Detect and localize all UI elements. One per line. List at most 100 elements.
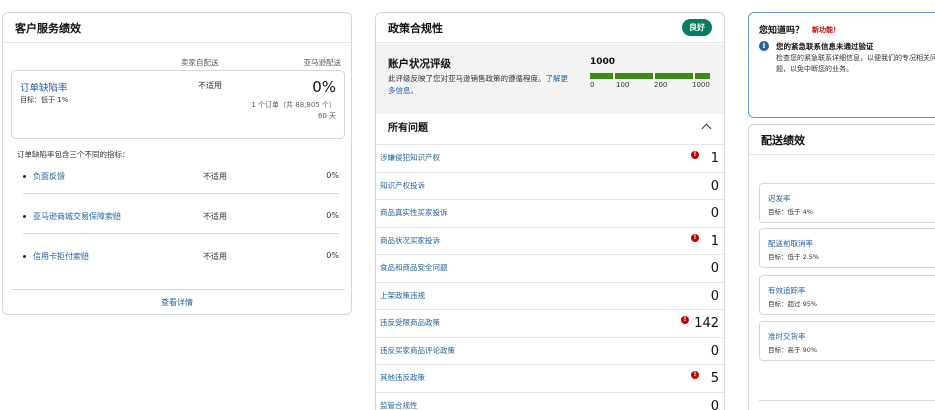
did-you-know-title: 您知道吗？ xyxy=(759,26,805,36)
divider xyxy=(23,193,339,194)
issue-link[interactable]: 违反买家商品评论政策 xyxy=(380,345,455,356)
shipping-metric-link[interactable]: 准时交货率 xyxy=(768,331,806,342)
issue-count: 1 xyxy=(710,233,719,249)
issue-link[interactable]: 商品真实性买家投诉 xyxy=(380,207,448,218)
did-you-know-card: 您知道吗？ 新功能！ i 您的紧急联系信息未通过验证 检查您的紧急联系详细信息，… xyxy=(748,12,935,118)
issue-count: 0 xyxy=(710,398,719,410)
customer-service-title: 客户服务绩效 xyxy=(15,21,81,35)
issue-row: 违反买家商品评论政策 0 xyxy=(376,336,724,364)
alert-icon: ! xyxy=(681,316,689,324)
metric-link[interactable]: 亚马逊商城交易保障索赔 xyxy=(33,211,121,222)
odr-orders: 1 个订单（共 88,805 个） xyxy=(251,101,336,109)
ahr-description-text: 此评级反映了您对亚马逊销售政策的遵循程度。 xyxy=(388,74,546,83)
alert-icon: ! xyxy=(691,371,699,379)
issue-row: 其他违反政策! 5 xyxy=(376,364,724,391)
status-badge: 良好 xyxy=(682,19,712,36)
shipping-performance-card: 配送绩效 迟发率 目标：低于 4% 配送前取消率 目标：低于 2.5% 有效追踪… xyxy=(748,124,935,410)
metric-row: 亚马逊商城交易保障索赔 不适用 0% xyxy=(23,211,339,231)
issue-link[interactable]: 涉嫌侵犯知识产权 xyxy=(380,152,440,163)
ahr-score: 1000 xyxy=(590,57,616,67)
issue-count: 0 xyxy=(710,206,719,221)
issue-count: 5 xyxy=(710,371,719,386)
issue-row: 涉嫌侵犯知识产权! 1 xyxy=(376,144,724,171)
shipping-metric: 准时交货率 目标：高于 90% xyxy=(759,321,935,361)
issue-link[interactable]: 商品状况买家投诉 xyxy=(380,235,440,246)
divider xyxy=(23,233,339,234)
did-you-know-body: 检查您的紧急联系详细信息，以便我们的专况相关问题，以免中断您的业务。 xyxy=(776,54,935,73)
issue-row: 食品和商品安全问题 0 xyxy=(376,254,724,281)
ahr-bar-segment xyxy=(615,73,653,79)
shipping-metric-target: 目标：低于 2.5% xyxy=(768,253,820,261)
divider xyxy=(759,400,935,401)
bullet-icon xyxy=(23,215,26,218)
ahr-title: 账户状况评级 xyxy=(388,58,451,70)
odr-seller-value: 不适用 xyxy=(198,81,222,90)
policy-compliance-card: 政策合规性 良好 账户状况评级 此评级反映了您对亚马逊销售政策的遵循程度。了解更… xyxy=(375,12,725,410)
shipping-metric-link[interactable]: 有效追踪率 xyxy=(768,285,806,296)
odr-period: 60 天 xyxy=(317,112,336,120)
shipping-metric: 迟发率 目标：低于 4% xyxy=(759,183,935,223)
odr-amazon-value: 0% xyxy=(312,78,336,96)
policy-title: 政策合规性 xyxy=(388,21,443,35)
metric-amazon-value: 0% xyxy=(326,211,339,220)
issue-row: 监管合规性 0 xyxy=(376,391,724,410)
issue-link[interactable]: 监管合规性 xyxy=(380,400,418,410)
shipping-metric: 配送前取消率 目标：低于 2.5% xyxy=(759,228,935,268)
issue-row: 违反受限商品政策! 142 xyxy=(376,309,724,336)
metric-amazon-value: 0% xyxy=(326,251,339,260)
shipping-title: 配送绩效 xyxy=(761,133,805,147)
issue-count: 0 xyxy=(710,343,719,359)
metric-seller-value: 不适用 xyxy=(203,252,227,261)
view-details-link[interactable]: 查看详情 xyxy=(161,298,193,307)
ahr-tick-label: 1000 xyxy=(692,81,710,89)
shipping-metric-link[interactable]: 迟发率 xyxy=(768,193,791,204)
issue-count: 0 xyxy=(710,178,719,194)
metric-link[interactable]: 信用卡拒付索赔 xyxy=(33,251,89,262)
ahr-tick-label: 0 xyxy=(590,81,595,89)
issue-link[interactable]: 其他违反政策 xyxy=(380,372,425,383)
issue-link[interactable]: 违反受限商品政策 xyxy=(380,317,440,328)
metric-row: 信用卡拒付索赔 不适用 0% xyxy=(23,251,339,271)
odr-target: 目标：低于 1% xyxy=(20,96,69,104)
issue-row: 上架政策违规 0 xyxy=(376,281,724,309)
ahr-bar-segment xyxy=(655,73,693,79)
col-amazon-fulfilled: 亚马逊配送 xyxy=(303,58,342,67)
issue-count: 0 xyxy=(710,261,719,276)
shipping-header: 配送绩效 xyxy=(749,125,935,155)
chevron-up-icon[interactable] xyxy=(701,123,712,134)
issue-count: 142 xyxy=(694,316,719,331)
issue-link[interactable]: 食品和商品安全问题 xyxy=(380,262,448,273)
ahr-bar-segment xyxy=(695,73,710,79)
issue-row: 商品状况买家投诉! 1 xyxy=(376,226,724,254)
customer-service-header: 客户服务绩效 xyxy=(3,13,351,43)
odr-link[interactable]: 订单缺陷率 xyxy=(20,80,68,94)
issue-link[interactable]: 上架政策违规 xyxy=(380,290,425,301)
issue-row: 知识产权投诉 0 xyxy=(376,171,724,199)
all-issues-title: 所有问题 xyxy=(388,123,428,134)
odr-description: 订单缺陷率包含三个不同的指标： xyxy=(17,150,130,159)
alert-icon: ! xyxy=(691,151,699,159)
metric-seller-value: 不适用 xyxy=(203,212,227,221)
shipping-metric-target: 目标：低于 4% xyxy=(768,208,813,216)
did-you-know-headline: 您的紧急联系信息未通过验证 xyxy=(776,42,874,51)
col-seller-fulfilled: 卖家自配送 xyxy=(181,58,219,67)
shipping-metric-target: 目标：高于 90% xyxy=(768,346,818,354)
new-feature-label: 新功能！ xyxy=(812,26,840,34)
issue-count: 1 xyxy=(710,151,719,166)
ahr-tick-label: 200 xyxy=(654,81,668,89)
shipping-metric-link[interactable]: 配送前取消率 xyxy=(768,238,813,249)
metric-row: 负面反馈 不适用 0% xyxy=(23,171,339,191)
metric-amazon-value: 0% xyxy=(326,171,339,180)
metric-link[interactable]: 负面反馈 xyxy=(33,171,65,182)
bullet-icon xyxy=(23,255,26,258)
ahr-tick-label: 100 xyxy=(616,81,630,89)
metric-seller-value: 不适用 xyxy=(203,172,227,181)
shipping-metric: 有效追踪率 目标：超过 95% xyxy=(759,275,935,315)
account-health-rating: 账户状况评级 此评级反映了您对亚马逊销售政策的遵循程度。了解更多信息。 1000… xyxy=(376,44,724,114)
issue-link[interactable]: 知识产权投诉 xyxy=(380,180,425,191)
view-details-footer: 查看详情 xyxy=(3,297,351,308)
ahr-bar-segment xyxy=(590,73,613,79)
shipping-metric-target: 目标：超过 95% xyxy=(768,300,818,308)
info-icon: i xyxy=(759,41,769,51)
customer-service-card: 客户服务绩效 卖家自配送 亚马逊配送 订单缺陷率 目标：低于 1% 不适用 0%… xyxy=(2,12,352,315)
